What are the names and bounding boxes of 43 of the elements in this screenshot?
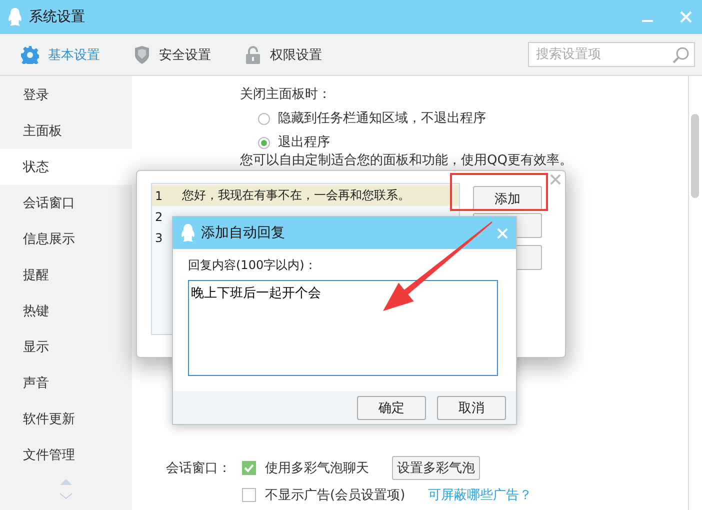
section-label: 关闭主面板时： bbox=[240, 86, 332, 104]
checkbox[interactable] bbox=[242, 461, 256, 475]
radio-label: 退出程序 bbox=[278, 134, 330, 152]
lock-icon bbox=[245, 46, 261, 64]
sidebar-item[interactable]: 文件管理 bbox=[0, 437, 132, 473]
sidebar-item[interactable]: 状态 bbox=[0, 149, 132, 185]
penguin-icon bbox=[181, 224, 195, 242]
sidebar-item[interactable]: 热键 bbox=[0, 293, 132, 329]
scroll-down-icon[interactable] bbox=[60, 493, 72, 499]
search-field[interactable]: 搜索设置项 bbox=[528, 42, 695, 67]
add-button[interactable]: 添加 bbox=[473, 186, 542, 211]
confirm-button[interactable]: 确定 bbox=[357, 396, 426, 420]
sidebar-item[interactable]: 声音 bbox=[0, 365, 132, 401]
penguin-icon bbox=[8, 8, 22, 26]
radio-button[interactable] bbox=[258, 137, 270, 149]
settings-tab[interactable]: 权限设置 bbox=[245, 46, 322, 64]
window-title: 系统设置 bbox=[29, 8, 85, 26]
sidebar-item[interactable]: 软件更新 bbox=[0, 401, 132, 437]
checkbox-label: 使用多彩气泡聊天 bbox=[265, 460, 369, 477]
section-label: 会话窗口： bbox=[166, 460, 232, 477]
bubble-settings-button[interactable]: 设置多彩气泡 bbox=[392, 456, 480, 480]
list-row[interactable]: 1 您好，我现在有事不在，一会再和您联系。 bbox=[152, 185, 459, 206]
settings-tab[interactable]: 安全设置 bbox=[134, 46, 211, 64]
sidebar-item[interactable]: 登录 bbox=[0, 77, 132, 113]
shield-icon bbox=[134, 46, 150, 64]
sidebar-item[interactable]: 信息展示 bbox=[0, 221, 132, 257]
checkbox[interactable] bbox=[242, 488, 256, 502]
checkbox-label: 不显示广告(会员设置项) bbox=[265, 487, 406, 504]
hint-text: 您可以自由定制适合您的面板和功能，使用QQ更有效率。 bbox=[240, 152, 574, 170]
sidebar-item[interactable]: 提醒 bbox=[0, 257, 132, 293]
scroll-up-icon[interactable] bbox=[60, 479, 72, 485]
radio-label: 隐藏到任务栏通知区域，不退出程序 bbox=[278, 110, 486, 128]
sidebar-item[interactable]: 主面板 bbox=[0, 113, 132, 149]
radio-button[interactable] bbox=[258, 113, 270, 125]
reply-field[interactable]: 晚上下班后一起开个会 bbox=[188, 280, 498, 376]
scrollbar-thumb[interactable] bbox=[691, 114, 699, 198]
dialog-title: 添加自动回复 bbox=[201, 224, 286, 242]
gear-icon bbox=[21, 46, 39, 64]
cancel-button[interactable]: 取消 bbox=[437, 396, 506, 420]
close-icon[interactable] bbox=[550, 174, 561, 185]
sidebar-item[interactable]: 显示 bbox=[0, 329, 132, 365]
sidebar-item[interactable]: 会话窗口 bbox=[0, 185, 132, 221]
field-label: 回复内容(100字以内)： bbox=[188, 257, 318, 274]
